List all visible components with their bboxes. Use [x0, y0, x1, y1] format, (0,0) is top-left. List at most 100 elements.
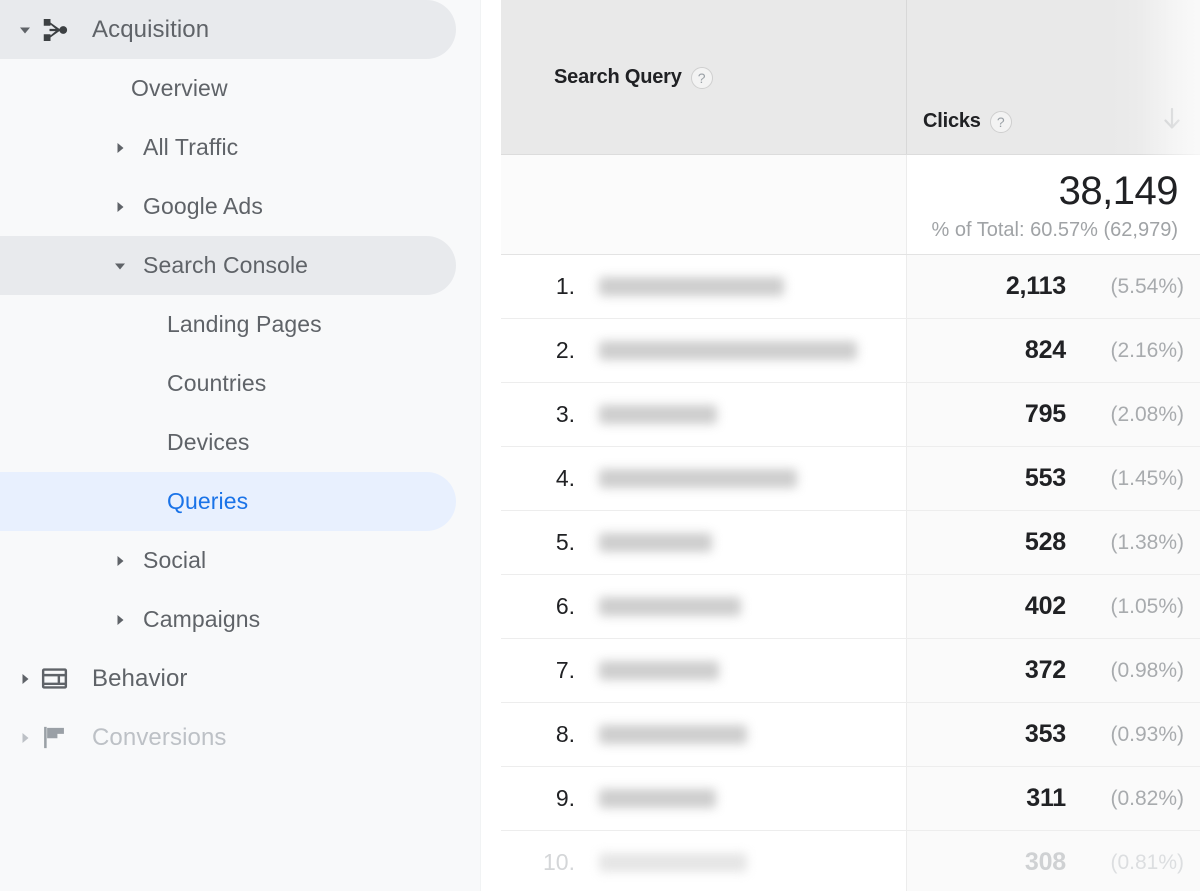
query-cell: 6.: [501, 575, 907, 638]
clicks-cell: 308 (0.81%): [907, 831, 1200, 891]
table-body: 38,149% of Total: 60.57% (62,979)1.2,113…: [501, 155, 1200, 891]
table-row[interactable]: 2.824(2.16%): [501, 319, 1200, 383]
sidebar-item-label: Social: [143, 549, 206, 572]
sidebar-item-conversions[interactable]: Conversions: [0, 708, 456, 767]
clicks-cell: 528(1.38%): [907, 511, 1200, 574]
row-rank: 8.: [535, 723, 575, 746]
clicks-percent: (0.81%): [1080, 852, 1184, 873]
query-cell: 9.: [501, 767, 907, 830]
clicks-percent: (0.82%): [1080, 788, 1184, 809]
clicks-percent: (1.05%): [1080, 596, 1184, 617]
query-cell: 7.: [501, 639, 907, 702]
sidebar-item-label: Countries: [167, 372, 266, 395]
search-query-value[interactable]: [599, 469, 797, 488]
chevron-right-icon[interactable]: [14, 672, 36, 686]
table-row[interactable]: 5. 528(1.38%): [501, 511, 1200, 575]
clicks-value: 528: [1025, 530, 1066, 555]
clicks-value: 311: [1026, 786, 1066, 811]
clicks-percent: (2.08%): [1080, 404, 1184, 425]
row-rank: 4.: [535, 467, 575, 490]
sidebar-item-queries[interactable]: Queries: [0, 472, 456, 531]
help-icon-search-query[interactable]: ?: [691, 67, 713, 89]
search-query-value[interactable]: [599, 725, 747, 744]
sidebar-item-google-ads[interactable]: Google Ads: [0, 177, 456, 236]
clicks-percent: (1.45%): [1080, 468, 1184, 489]
table-row[interactable]: 6. 402(1.05%): [501, 575, 1200, 639]
sidebar-item-landing-pages[interactable]: Landing Pages: [0, 295, 456, 354]
queries-data-table: Search Query ? Clicks ? 38,149% of To: [501, 0, 1200, 891]
clicks-value: 553: [1025, 466, 1066, 491]
sidebar-item-acquisition[interactable]: Acquisition: [0, 0, 456, 59]
row-rank: 10.: [535, 851, 575, 874]
query-cell: 3.: [501, 383, 907, 446]
column-header-clicks[interactable]: Clicks ?: [907, 0, 1200, 154]
sidebar-item-devices[interactable]: Devices: [0, 413, 456, 472]
column-header-clicks-label: Clicks: [923, 110, 981, 133]
chevron-right-icon[interactable]: [14, 731, 36, 745]
clicks-cell: 795 (2.08%): [907, 383, 1200, 446]
clicks-cell: 824(2.16%): [907, 319, 1200, 382]
sidebar-item-campaigns[interactable]: Campaigns: [0, 590, 456, 649]
table-row[interactable]: 7. 372 (0.98%): [501, 639, 1200, 703]
chevron-down-icon[interactable]: [14, 23, 36, 37]
share-network-icon: [40, 15, 78, 45]
sidebar-item-social[interactable]: Social: [0, 531, 456, 590]
search-query-value[interactable]: [599, 661, 719, 680]
arrow-down-icon[interactable]: [1160, 105, 1184, 133]
summary-query-cell: [501, 155, 907, 254]
clicks-value: 824: [1025, 338, 1066, 363]
search-query-value[interactable]: [599, 341, 857, 360]
row-rank: 5.: [535, 531, 575, 554]
clicks-value: 372: [1025, 658, 1066, 683]
sidebar-item-label: Devices: [167, 431, 250, 454]
table-row[interactable]: 1.2,113(5.54%): [501, 255, 1200, 319]
table-row[interactable]: 4. 553 (1.45%): [501, 447, 1200, 511]
clicks-percent: (0.93%): [1080, 724, 1184, 745]
table-row[interactable]: 8. 353(0.93%): [501, 703, 1200, 767]
table-row[interactable]: 10. 308 (0.81%): [501, 831, 1200, 891]
table-row[interactable]: 3. 795 (2.08%): [501, 383, 1200, 447]
search-query-value[interactable]: [599, 405, 717, 424]
row-rank: 6.: [535, 595, 575, 618]
sidebar-item-overview[interactable]: Overview: [0, 59, 456, 118]
summary-clicks-cell: 38,149% of Total: 60.57% (62,979): [907, 155, 1200, 254]
clicks-cell: 402(1.05%): [907, 575, 1200, 638]
summary-total-value: 38,149: [1059, 169, 1178, 213]
chevron-right-icon[interactable]: [113, 554, 137, 568]
sidebar-item-label: Campaigns: [143, 608, 260, 631]
query-cell: 1.: [501, 255, 907, 318]
search-query-value[interactable]: [599, 853, 747, 872]
chevron-right-icon[interactable]: [113, 200, 137, 214]
search-query-value[interactable]: [599, 789, 716, 808]
sidebar-item-label: Google Ads: [143, 195, 263, 218]
sidebar-item-all-traffic[interactable]: All Traffic: [0, 118, 456, 177]
clicks-cell: 353(0.93%): [907, 703, 1200, 766]
table-header-row: Search Query ? Clicks ?: [501, 0, 1200, 155]
sidebar-item-behavior[interactable]: Behavior: [0, 649, 456, 708]
clicks-cell: 2,113(5.54%): [907, 255, 1200, 318]
query-cell: 5.: [501, 511, 907, 574]
table-row[interactable]: 9. 311 (0.82%): [501, 767, 1200, 831]
row-rank: 9.: [535, 787, 575, 810]
search-query-value[interactable]: [599, 597, 741, 616]
sidebar-item-label: Acquisition: [92, 18, 209, 42]
search-query-value[interactable]: [599, 277, 784, 296]
sidebar-item-label: Queries: [167, 490, 248, 513]
clicks-value: 795: [1025, 402, 1066, 427]
chevron-right-icon[interactable]: [113, 613, 137, 627]
query-cell: 4.: [501, 447, 907, 510]
help-icon-clicks[interactable]: ?: [990, 111, 1012, 133]
sidebar-item-countries[interactable]: Countries: [0, 354, 456, 413]
chevron-right-icon[interactable]: [113, 141, 137, 155]
sidebar-item-search-console[interactable]: Search Console: [0, 236, 456, 295]
sidebar-item-label: Overview: [131, 77, 228, 100]
clicks-cell: 311 (0.82%): [907, 767, 1200, 830]
clicks-percent: (0.98%): [1080, 660, 1184, 681]
chevron-down-icon[interactable]: [113, 259, 137, 273]
clicks-value: 308: [1025, 850, 1066, 875]
clicks-cell: 553 (1.45%): [907, 447, 1200, 510]
query-cell: 8.: [501, 703, 907, 766]
column-header-search-query[interactable]: Search Query ?: [501, 0, 907, 154]
search-query-value[interactable]: [599, 533, 712, 552]
clicks-cell: 372 (0.98%): [907, 639, 1200, 702]
